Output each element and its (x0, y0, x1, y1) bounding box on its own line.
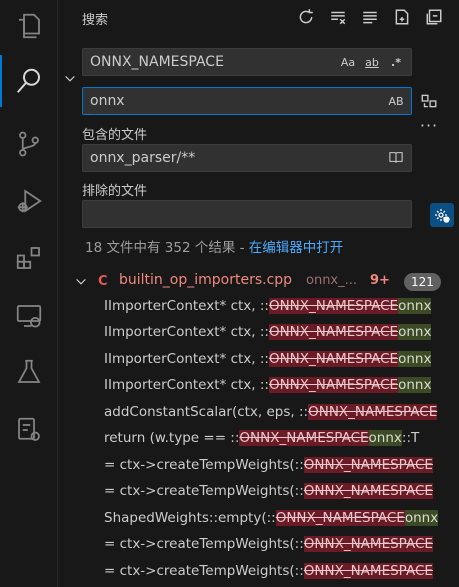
match-del-text: ONNX_NAMESPACE (268, 324, 399, 340)
match-pre-text: return (w.type == :: (104, 430, 240, 446)
match-del-text: ONNX_NAMESPACE (268, 350, 399, 367)
match-pre-text: = ctx->createTempWeights(:: (104, 456, 304, 473)
match-row[interactable]: = ctx->createTempWeights(:: ONNX_NAMESPAC… (104, 558, 459, 583)
match-ins-text: onnx (368, 430, 402, 446)
open-editors-only-icon[interactable] (386, 150, 406, 167)
match-row[interactable]: addConstantScalar(ctx, eps, :: ONNX_NAMES… (104, 399, 459, 424)
view-as-tree-icon[interactable] (359, 6, 381, 28)
match-ins-text: onnx (398, 324, 432, 340)
open-in-editor-link[interactable]: 在编辑器中打开 (249, 240, 344, 256)
match-ins-text: onnx (398, 350, 432, 367)
match-case-toggle[interactable]: Aa (338, 56, 358, 69)
include-input-value: onnx_parser/** (90, 150, 196, 166)
search-input-value: ONNX_NAMESPACE (90, 54, 224, 70)
git-graph-icon[interactable] (0, 404, 58, 456)
match-row[interactable]: return (w.type == :: ONNX_NAMESPACE onnx::… (104, 426, 459, 451)
results-summary: 18 文件中有 352 个结果 - 在编辑器中打开 (85, 236, 343, 256)
search-input[interactable]: ONNX_NAMESPACE Aa ab .* (82, 48, 412, 76)
match-row[interactable]: = ctx->createTempWeights(:: ONNX_NAMESPAC… (104, 532, 459, 557)
match-pre-text: = ctx->createTempWeights(:: (104, 562, 304, 579)
preserve-case-toggle[interactable]: AB (386, 95, 406, 108)
match-ins-text: onnx (398, 377, 432, 393)
explorer-icon[interactable] (0, 0, 58, 52)
file-path: onnx_... (306, 273, 358, 288)
replace-input-value: onnx (90, 93, 125, 109)
more-options-icon[interactable]: ··· (418, 116, 440, 136)
refresh-icon[interactable] (295, 6, 317, 28)
match-post-text: ::T (401, 430, 420, 446)
exclude-input[interactable] (82, 200, 412, 228)
remote-explorer-icon[interactable] (0, 290, 58, 342)
match-del-text: ONNX_NAMESPACE (303, 562, 433, 579)
file-result-row[interactable]: C builtin_op_importers.cpp onnx_... 9+ 1… (58, 270, 459, 294)
extensions-icon[interactable] (0, 232, 58, 284)
match-whole-word-toggle[interactable]: ab (362, 56, 382, 69)
match-del-text: ONNX_NAMESPACE (303, 483, 433, 499)
match-count-badge: 121 (404, 273, 441, 291)
match-pre-text: addConstantScalar(ctx, eps, :: (104, 403, 309, 420)
replace-all-icon[interactable] (418, 90, 440, 112)
replace-options: AB (386, 95, 411, 108)
use-regex-toggle[interactable]: .* (386, 56, 406, 69)
replace-input[interactable]: onnx AB (82, 87, 412, 115)
match-pre-text: ShapedWeights::empty(:: (104, 509, 276, 526)
activity-bar (0, 0, 58, 587)
match-pre-text: IImporterContext* ctx, :: (104, 324, 269, 340)
clear-results-icon[interactable] (327, 6, 349, 28)
file-name: builtin_op_importers.cpp (119, 272, 293, 288)
problems-badge: 9+ (370, 273, 390, 288)
search-panel: 搜索 ONNX_NAMESPACE Aa ab .* onnx AB ··· 包… (58, 0, 459, 587)
match-pre-text: = ctx->createTempWeights(:: (104, 483, 304, 499)
match-row[interactable]: IImporterContext* ctx, :: ONNX_NAMESPACE o… (104, 293, 459, 318)
panel-title: 搜索 (82, 12, 109, 28)
include-options (386, 150, 411, 167)
source-control-icon[interactable] (0, 118, 58, 170)
panel-actions (295, 6, 445, 28)
match-del-text: ONNX_NAMESPACE (308, 403, 438, 420)
results-count-text: 18 文件中有 352 个结果 - (85, 240, 249, 256)
cpp-file-icon: C (98, 274, 108, 289)
toggle-replace-chevron-icon[interactable] (62, 70, 78, 88)
collapse-chevron-icon[interactable] (74, 274, 88, 293)
search-options: Aa ab .* (338, 56, 411, 69)
match-del-text: ONNX_NAMESPACE (303, 456, 433, 473)
match-del-text: ONNX_NAMESPACE (268, 297, 399, 314)
match-row[interactable]: IImporterContext* ctx, :: ONNX_NAMESPACE o… (104, 320, 459, 345)
testing-icon[interactable] (0, 346, 58, 398)
match-row[interactable]: ShapedWeights::empty(:: ONNX_NAMESPACE onn… (104, 505, 459, 530)
match-del-text: ONNX_NAMESPACE (275, 509, 405, 526)
match-pre-text: IImporterContext* ctx, :: (104, 297, 269, 314)
run-debug-icon[interactable] (0, 175, 58, 227)
use-exclude-settings-icon[interactable] (430, 203, 454, 227)
new-search-editor-icon[interactable] (391, 6, 413, 28)
exclude-label: 排除的文件 (82, 184, 148, 199)
match-row[interactable]: = ctx->createTempWeights(:: ONNX_NAMESPAC… (104, 452, 459, 477)
match-row[interactable]: IImporterContext* ctx, :: ONNX_NAMESPACE o… (104, 373, 459, 398)
search-icon[interactable] (0, 55, 58, 107)
match-row[interactable]: IImporterContext* ctx, :: ONNX_NAMESPACE o… (104, 346, 459, 371)
match-ins-text: onnx (404, 509, 439, 526)
match-row[interactable]: = ctx->createTempWeights(:: ONNX_NAMESPAC… (104, 479, 459, 504)
match-del-text: ONNX_NAMESPACE (239, 430, 369, 446)
collapse-all-icon[interactable] (423, 6, 445, 28)
match-pre-text: IImporterContext* ctx, :: (104, 377, 269, 393)
match-pre-text: IImporterContext* ctx, :: (104, 350, 269, 367)
match-pre-text: = ctx->createTempWeights(:: (104, 536, 304, 552)
match-del-text: ONNX_NAMESPACE (268, 377, 399, 393)
match-del-text: ONNX_NAMESPACE (303, 536, 433, 552)
include-input[interactable]: onnx_parser/** (82, 144, 412, 172)
match-ins-text: onnx (398, 297, 432, 314)
include-label: 包含的文件 (82, 128, 148, 143)
